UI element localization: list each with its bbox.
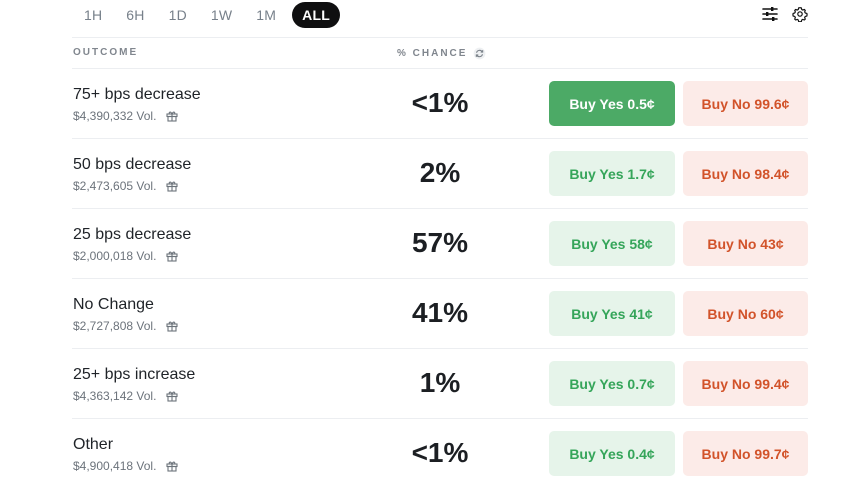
outcome-row[interactable]: 25+ bps increase $4,363,142 Vol. 1% Buy … <box>72 348 808 418</box>
buy-no-button[interactable]: Buy No 99.4¢ <box>683 361 808 406</box>
buy-no-button[interactable]: Buy No 99.7¢ <box>683 431 808 476</box>
outcome-chance: 41% <box>411 297 469 328</box>
outcome-row[interactable]: No Change $2,727,808 Vol. 41% Buy Yes 41… <box>72 278 808 348</box>
outcome-chance: 2% <box>419 157 461 188</box>
buy-yes-button[interactable]: Buy Yes 0.7¢ <box>549 361 675 406</box>
buy-yes-button[interactable]: Buy Yes 41¢ <box>549 291 675 336</box>
volume-text: $4,900,418 Vol. <box>73 459 157 473</box>
volume-text: $4,390,332 Vol. <box>73 109 157 123</box>
outcome-name: Other <box>73 436 114 453</box>
volume-text: $2,473,605 Vol. <box>73 179 157 193</box>
range-tab-1w[interactable]: 1W <box>203 3 240 27</box>
outcome-name: 50 bps decrease <box>73 156 192 173</box>
refresh-icon[interactable] <box>473 47 486 60</box>
buy-yes-button[interactable]: Buy Yes 58¢ <box>549 221 675 266</box>
gift-icon[interactable] <box>166 390 178 402</box>
gift-icon[interactable] <box>166 110 178 122</box>
outcome-row[interactable]: 25 bps decrease $2,000,018 Vol. 57% Buy … <box>72 208 808 278</box>
outcome-volume: $2,727,808 Vol. <box>73 319 178 333</box>
buy-no-button[interactable]: Buy No 60¢ <box>683 291 808 336</box>
range-tab-6h[interactable]: 6H <box>118 3 152 27</box>
outcome-volume: $2,473,605 Vol. <box>73 179 178 193</box>
outcome-name: 25 bps decrease <box>73 226 192 243</box>
range-tab-all[interactable]: ALL <box>292 2 340 28</box>
gift-icon[interactable] <box>166 460 178 472</box>
buy-no-button[interactable]: Buy No 98.4¢ <box>683 151 808 196</box>
volume-text: $2,727,808 Vol. <box>73 319 157 333</box>
buy-yes-button[interactable]: Buy Yes 0.5¢ <box>549 81 675 126</box>
outcome-chance: <1% <box>411 437 469 468</box>
outcome-row[interactable]: Other $4,900,418 Vol. <1% Buy Yes 0.4¢ B… <box>72 418 808 488</box>
buy-yes-button[interactable]: Buy Yes 1.7¢ <box>549 151 675 196</box>
gift-icon[interactable] <box>166 250 178 262</box>
outcome-row[interactable]: 50 bps decrease $2,473,605 Vol. 2% Buy Y… <box>72 138 808 208</box>
outcome-chance: <1% <box>411 87 469 118</box>
outcome-chance: 57% <box>411 227 469 258</box>
gift-icon[interactable] <box>166 180 178 192</box>
outcome-list: 75+ bps decrease $4,390,332 Vol. <1% Buy… <box>72 68 808 488</box>
volume-text: $4,363,142 Vol. <box>73 389 157 403</box>
outcome-volume: $2,000,018 Vol. <box>73 249 178 263</box>
outcome-volume: $4,900,418 Vol. <box>73 459 178 473</box>
buy-no-button[interactable]: Buy No 43¢ <box>683 221 808 266</box>
column-header-outcome: OUTCOME <box>73 47 139 58</box>
column-header-chance-label: % CHANCE <box>397 48 468 59</box>
column-header-chance: % CHANCE <box>397 47 486 60</box>
range-tab-1h[interactable]: 1H <box>76 3 110 27</box>
range-tab-1m[interactable]: 1M <box>248 3 284 27</box>
outcome-name: 25+ bps increase <box>73 366 196 383</box>
volume-text: $2,000,018 Vol. <box>73 249 157 263</box>
outcome-name: No Change <box>73 296 154 313</box>
outcome-name: 75+ bps decrease <box>73 86 201 103</box>
outcome-volume: $4,390,332 Vol. <box>73 109 178 123</box>
outcome-chance: 1% <box>419 367 461 398</box>
buy-no-button[interactable]: Buy No 99.6¢ <box>683 81 808 126</box>
top-toolbar: 1H 6H 1D 1W 1M ALL <box>72 0 808 30</box>
gift-icon[interactable] <box>166 320 178 332</box>
outcome-row[interactable]: 75+ bps decrease $4,390,332 Vol. <1% Buy… <box>72 68 808 138</box>
header-divider <box>72 37 808 38</box>
buy-yes-button[interactable]: Buy Yes 0.4¢ <box>549 431 675 476</box>
sliders-icon[interactable] <box>762 7 778 21</box>
gear-icon[interactable] <box>792 6 808 22</box>
range-tab-1d[interactable]: 1D <box>161 3 195 27</box>
time-range-selector: 1H 6H 1D 1W 1M ALL <box>76 2 348 28</box>
outcome-volume: $4,363,142 Vol. <box>73 389 178 403</box>
toolbar-actions <box>762 6 808 22</box>
